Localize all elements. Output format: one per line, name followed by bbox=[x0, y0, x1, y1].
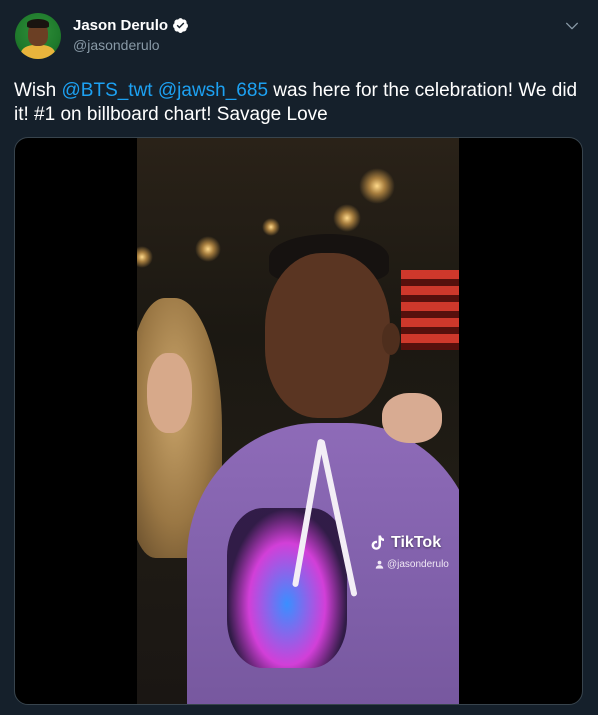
background-light bbox=[137, 246, 153, 268]
tweet-header: Jason Derulo @jasonderulo bbox=[15, 13, 583, 63]
avatar[interactable] bbox=[15, 13, 61, 59]
mention-link[interactable]: @jawsh_685 bbox=[158, 80, 268, 101]
verified-badge-icon bbox=[173, 18, 188, 33]
author-handle[interactable]: @jasonderulo bbox=[73, 37, 189, 53]
hoodie-graphic bbox=[227, 508, 347, 668]
red-neon-sign bbox=[401, 270, 459, 350]
woman-face bbox=[147, 353, 192, 433]
chevron-down-icon bbox=[566, 22, 578, 30]
tiktok-logo-icon bbox=[371, 535, 384, 550]
display-name: Jason Derulo bbox=[73, 17, 169, 34]
background-light bbox=[262, 218, 280, 236]
mention-link[interactable]: @BTS_twt bbox=[62, 80, 153, 101]
tiktok-username: @jasonderulo bbox=[387, 559, 449, 570]
background-light bbox=[359, 168, 395, 204]
more-options-button[interactable] bbox=[561, 15, 583, 37]
author-names: Jason Derulo @jasonderulo bbox=[73, 17, 189, 53]
tweet-text-prefix: Wish bbox=[14, 80, 62, 101]
avatar-shirt bbox=[21, 45, 55, 59]
avatar-hair bbox=[27, 19, 49, 28]
tiktok-brand-text: TikTok bbox=[391, 534, 442, 551]
video-frame[interactable]: TikTok @jasonderulo bbox=[137, 138, 459, 704]
background-light bbox=[333, 204, 361, 232]
video-media[interactable]: TikTok @jasonderulo bbox=[14, 137, 583, 705]
woman-hand bbox=[382, 393, 442, 443]
background-light bbox=[195, 236, 221, 262]
display-name-link[interactable]: Jason Derulo bbox=[73, 17, 189, 34]
tiktok-brand-row: TikTok bbox=[369, 533, 449, 553]
tweet-text: Wish @BTS_twt @jawsh_685 was here for th… bbox=[14, 79, 584, 127]
tiktok-user-row: @jasonderulo bbox=[375, 559, 449, 570]
person-icon bbox=[375, 560, 384, 569]
tiktok-watermark: TikTok @jasonderulo bbox=[369, 533, 449, 570]
man-face bbox=[265, 253, 390, 418]
man-ear bbox=[382, 323, 400, 355]
